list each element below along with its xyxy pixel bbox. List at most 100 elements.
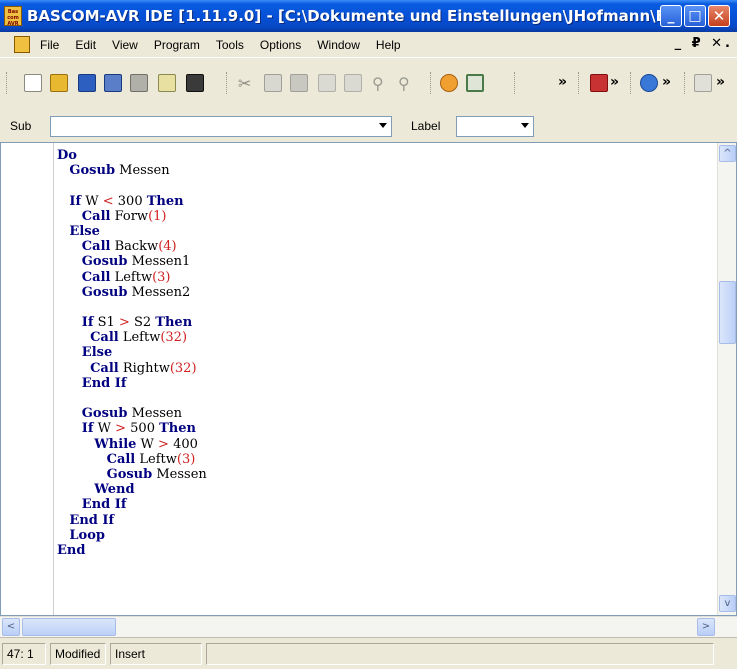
code-text[interactable]: Do Gosub Messen If W < 300 Then Call For… [57, 148, 715, 558]
code-token: Messen [115, 163, 170, 179]
code-line[interactable]: If W > 500 Then [57, 421, 715, 436]
code-line[interactable]: Call Leftw(3) [57, 452, 715, 467]
cut-icon[interactable]: ✂ [238, 74, 256, 93]
options-icon[interactable] [640, 74, 658, 92]
copy-icon[interactable] [264, 74, 282, 92]
status-message [206, 643, 714, 665]
code-line[interactable]: Call Leftw(3) [57, 270, 715, 285]
toolbar-grip[interactable] [6, 72, 9, 94]
code-keyword: Do [57, 148, 77, 163]
chevron-more-icon[interactable]: » [716, 74, 734, 92]
scroll-down-button[interactable]: v [719, 595, 736, 612]
code-line[interactable]: Call Backw(4) [57, 239, 715, 254]
menu-view[interactable]: View [110, 38, 140, 52]
menu-options[interactable]: Options [258, 38, 303, 52]
toolbar-grip[interactable] [514, 72, 517, 94]
code-line[interactable]: Wend [57, 482, 715, 497]
chip-icon[interactable] [186, 74, 204, 92]
paste-icon[interactable] [290, 74, 308, 92]
code-line[interactable] [57, 391, 715, 406]
code-line[interactable]: Gosub Messen1 [57, 254, 715, 269]
code-editor[interactable]: Do Gosub Messen If W < 300 Then Call For… [0, 142, 737, 616]
horizontal-scrollbar[interactable]: < > [0, 616, 737, 637]
maximize-button[interactable]: □ [684, 5, 706, 27]
chevron-down-icon[interactable] [521, 123, 529, 128]
document-system-icon[interactable] [14, 36, 30, 53]
scroll-up-button[interactable]: ^ [719, 145, 736, 162]
code-line[interactable]: Call Leftw(32) [57, 330, 715, 345]
outdent-icon[interactable] [344, 74, 362, 92]
indent-icon[interactable] [318, 74, 336, 92]
bascom-app-icon[interactable]: Bas com AVR [4, 6, 22, 27]
save-icon[interactable] [78, 74, 96, 92]
code-token: Messen2 [127, 284, 191, 300]
scroll-left-button[interactable]: < [2, 618, 20, 636]
code-line[interactable]: Else [57, 345, 715, 360]
help-icon[interactable] [694, 74, 712, 92]
open-folder-icon[interactable] [50, 74, 68, 92]
code-line[interactable]: End If [57, 513, 715, 528]
code-line[interactable]: Else [57, 224, 715, 239]
editor-gutter[interactable] [1, 143, 54, 615]
find-icon[interactable]: ⚲ [372, 74, 390, 93]
toolbar-grip[interactable] [578, 72, 581, 94]
menu-file[interactable]: File [38, 38, 61, 52]
minimize-button[interactable]: _ [660, 5, 682, 27]
save-as-icon[interactable] [104, 74, 122, 92]
status-bar: 47: 1 Modified Insert [0, 637, 737, 669]
code-line[interactable]: Call Forw(1) [57, 209, 715, 224]
code-line[interactable]: End [57, 543, 715, 558]
vertical-scrollbar[interactable]: ^ v [717, 143, 736, 615]
code-line[interactable]: Do [57, 148, 715, 163]
code-line[interactable] [57, 300, 715, 315]
code-line[interactable]: Gosub Messen [57, 467, 715, 482]
code-keyword: Call [81, 208, 111, 224]
chevron-more-icon[interactable]: » [558, 74, 576, 92]
code-line[interactable]: Loop [57, 528, 715, 543]
sub-dropdown[interactable] [50, 116, 392, 137]
print-preview-icon[interactable] [158, 74, 176, 92]
find-next-icon[interactable]: ⚲ [398, 74, 416, 93]
print-icon[interactable] [130, 74, 148, 92]
mdi-child-controls[interactable]: _ ₽ ✕. [675, 36, 733, 51]
label-dropdown[interactable] [456, 116, 534, 137]
chevron-down-icon[interactable] [379, 123, 387, 128]
code-line[interactable]: End If [57, 376, 715, 391]
menu-window[interactable]: Window [315, 38, 362, 52]
code-line[interactable] [57, 178, 715, 193]
code-keyword: Call [106, 451, 136, 467]
chevron-more-icon[interactable]: » [662, 74, 680, 92]
code-line[interactable]: Call Rightw(32) [57, 361, 715, 376]
code-line[interactable]: Gosub Messen [57, 406, 715, 421]
close-button[interactable]: ✕ [708, 5, 730, 27]
compile-icon[interactable] [440, 74, 458, 92]
menu-tools[interactable]: Tools [214, 38, 246, 52]
menu-program[interactable]: Program [152, 38, 202, 52]
code-line[interactable]: While W > 400 [57, 437, 715, 452]
vertical-scroll-thumb[interactable] [719, 281, 736, 344]
code-line[interactable]: Gosub Messen2 [57, 285, 715, 300]
menu-help[interactable]: Help [374, 38, 403, 52]
scroll-right-button[interactable]: > [697, 618, 715, 636]
chevron-more-icon[interactable]: » [610, 74, 628, 92]
code-line[interactable]: If S1 > S2 Then [57, 315, 715, 330]
code-line[interactable]: End If [57, 497, 715, 512]
menu-edit[interactable]: Edit [73, 38, 98, 52]
code-line[interactable]: If W < 300 Then [57, 194, 715, 209]
code-line[interactable]: Gosub Messen [57, 163, 715, 178]
horizontal-scroll-thumb[interactable] [22, 618, 116, 636]
code-token: W [136, 436, 159, 452]
simulate-icon[interactable] [466, 74, 484, 92]
title-bar[interactable]: Bas com AVR BASCOM-AVR IDE [1.11.9.0] - … [0, 0, 737, 32]
toolbar-grip[interactable] [684, 72, 687, 94]
program-chip-icon[interactable] [590, 74, 608, 92]
toolbar-grip[interactable] [630, 72, 633, 94]
new-file-icon[interactable] [24, 74, 42, 92]
